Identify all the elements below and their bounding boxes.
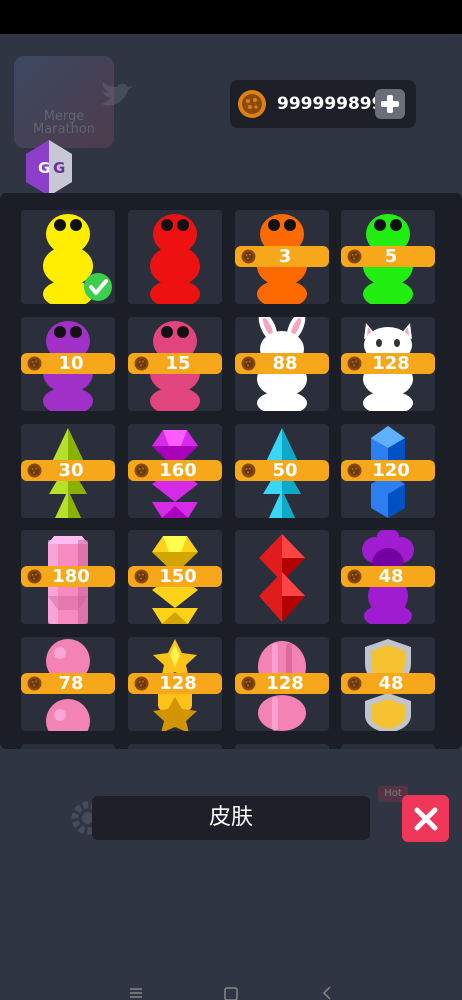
skin-item-ball[interactable]: 78 xyxy=(21,637,115,731)
price-value: 160 xyxy=(159,460,197,481)
skin-item-snake[interactable]: 15 xyxy=(128,317,222,411)
coin-icon xyxy=(241,463,256,478)
coin-icon xyxy=(27,356,42,371)
bg-logo-text-2: Marathon xyxy=(32,122,96,137)
price-value: 120 xyxy=(372,460,410,481)
skin-item-cat[interactable]: 128 xyxy=(341,317,435,411)
price-value: 128 xyxy=(372,353,410,374)
coin-icon xyxy=(241,356,256,371)
price-value: 48 xyxy=(378,566,404,587)
price-value: 50 xyxy=(272,460,298,481)
price-tag: 128 xyxy=(128,673,222,694)
price-tag: 48 xyxy=(341,673,435,694)
coin-icon xyxy=(134,676,149,691)
status-bar xyxy=(0,0,462,34)
price-value: 88 xyxy=(272,353,298,374)
coin-icon xyxy=(347,249,362,264)
price-tag: 30 xyxy=(21,460,115,481)
skin-item-tree[interactable]: 30 xyxy=(21,424,115,518)
skin-item-gem[interactable]: 150 xyxy=(128,530,222,624)
svg-text:G: G xyxy=(53,159,65,177)
gg-logo: G G xyxy=(26,140,72,196)
system-nav-bar xyxy=(130,986,331,1000)
price-tag: 120 xyxy=(341,460,435,481)
price-value: 78 xyxy=(58,673,84,694)
home-icon[interactable] xyxy=(224,987,238,1000)
skin-item-shield[interactable]: 48 xyxy=(341,637,435,731)
skin-item-snake[interactable]: 10 xyxy=(21,317,115,411)
page-title: 皮肤 xyxy=(92,796,370,840)
coin-icon xyxy=(347,569,362,584)
price-tag: 50 xyxy=(235,460,329,481)
price-tag: 88 xyxy=(235,353,329,374)
skin-item-jelly[interactable]: 128 xyxy=(235,637,329,731)
price-value: 3 xyxy=(278,246,292,267)
skin-item-bunny[interactable]: 88 xyxy=(235,317,329,411)
price-value: 48 xyxy=(378,673,404,694)
coin-icon xyxy=(27,676,42,691)
skin-selection-panel[interactable]: 3 5 10 15 88 128 30 160 50 120 180 150 4… xyxy=(0,193,462,749)
coin-balance-panel: 999999899 xyxy=(230,80,416,128)
close-icon xyxy=(414,807,437,830)
price-tag: 128 xyxy=(341,353,435,374)
snake-skin-icon xyxy=(150,214,200,304)
price-tag: 48 xyxy=(341,566,435,587)
coin-amount: 999999899 xyxy=(277,94,384,114)
price-tag: 128 xyxy=(235,673,329,694)
skin-item-tree[interactable]: 50 xyxy=(235,424,329,518)
skin-item-diamond[interactable] xyxy=(235,530,329,624)
coin-icon xyxy=(347,463,362,478)
skin-item-snake[interactable]: 3 xyxy=(235,210,329,304)
skin-item-snake[interactable]: 5 xyxy=(341,210,435,304)
price-tag: 180 xyxy=(21,566,115,587)
price-tag: 10 xyxy=(21,353,115,374)
add-coins-button[interactable] xyxy=(375,89,405,119)
plus-icon xyxy=(381,95,399,113)
skin-item-flower[interactable]: 48 xyxy=(341,530,435,624)
menu-icon[interactable] xyxy=(130,988,142,998)
coin-icon xyxy=(347,356,362,371)
price-value: 150 xyxy=(159,566,197,587)
coin-icon xyxy=(241,249,256,264)
price-tag: 160 xyxy=(128,460,222,481)
close-button[interactable] xyxy=(402,795,449,842)
diamond-skin-icon xyxy=(259,534,305,622)
skin-item-partial[interactable] xyxy=(128,744,222,749)
svg-text:G: G xyxy=(38,159,50,177)
price-tag: 78 xyxy=(21,673,115,694)
price-value: 10 xyxy=(58,353,84,374)
background-game-logo: Merge Marathon xyxy=(14,56,114,148)
skin-item-snake[interactable] xyxy=(21,210,115,304)
coin-icon xyxy=(347,676,362,691)
skin-item-partial[interactable] xyxy=(341,744,435,749)
coin-icon xyxy=(134,569,149,584)
price-tag: 15 xyxy=(128,353,222,374)
coin-icon xyxy=(241,676,256,691)
skin-item-partial[interactable] xyxy=(21,744,115,749)
price-value: 128 xyxy=(266,673,304,694)
coin-icon xyxy=(27,463,42,478)
coin-icon xyxy=(27,569,42,584)
skin-item-crystal[interactable]: 120 xyxy=(341,424,435,518)
price-value: 30 xyxy=(58,460,84,481)
price-value: 15 xyxy=(165,353,191,374)
skin-item-star[interactable]: 128 xyxy=(128,637,222,731)
price-tag: 150 xyxy=(128,566,222,587)
skin-item-partial[interactable] xyxy=(235,744,329,749)
check-icon xyxy=(84,273,112,301)
bird-icon xyxy=(102,82,133,106)
price-value: 128 xyxy=(159,673,197,694)
back-icon[interactable] xyxy=(322,986,331,1000)
skin-item-gem[interactable]: 160 xyxy=(128,424,222,518)
price-tag: 3 xyxy=(235,246,329,267)
skin-item-snake[interactable] xyxy=(128,210,222,304)
price-value: 180 xyxy=(52,566,90,587)
price-tag: 5 xyxy=(341,246,435,267)
coin-icon xyxy=(134,356,149,371)
price-value: 5 xyxy=(384,246,398,267)
skin-item-pillar[interactable]: 180 xyxy=(21,530,115,624)
coin-icon xyxy=(134,463,149,478)
coin-icon xyxy=(238,90,266,118)
